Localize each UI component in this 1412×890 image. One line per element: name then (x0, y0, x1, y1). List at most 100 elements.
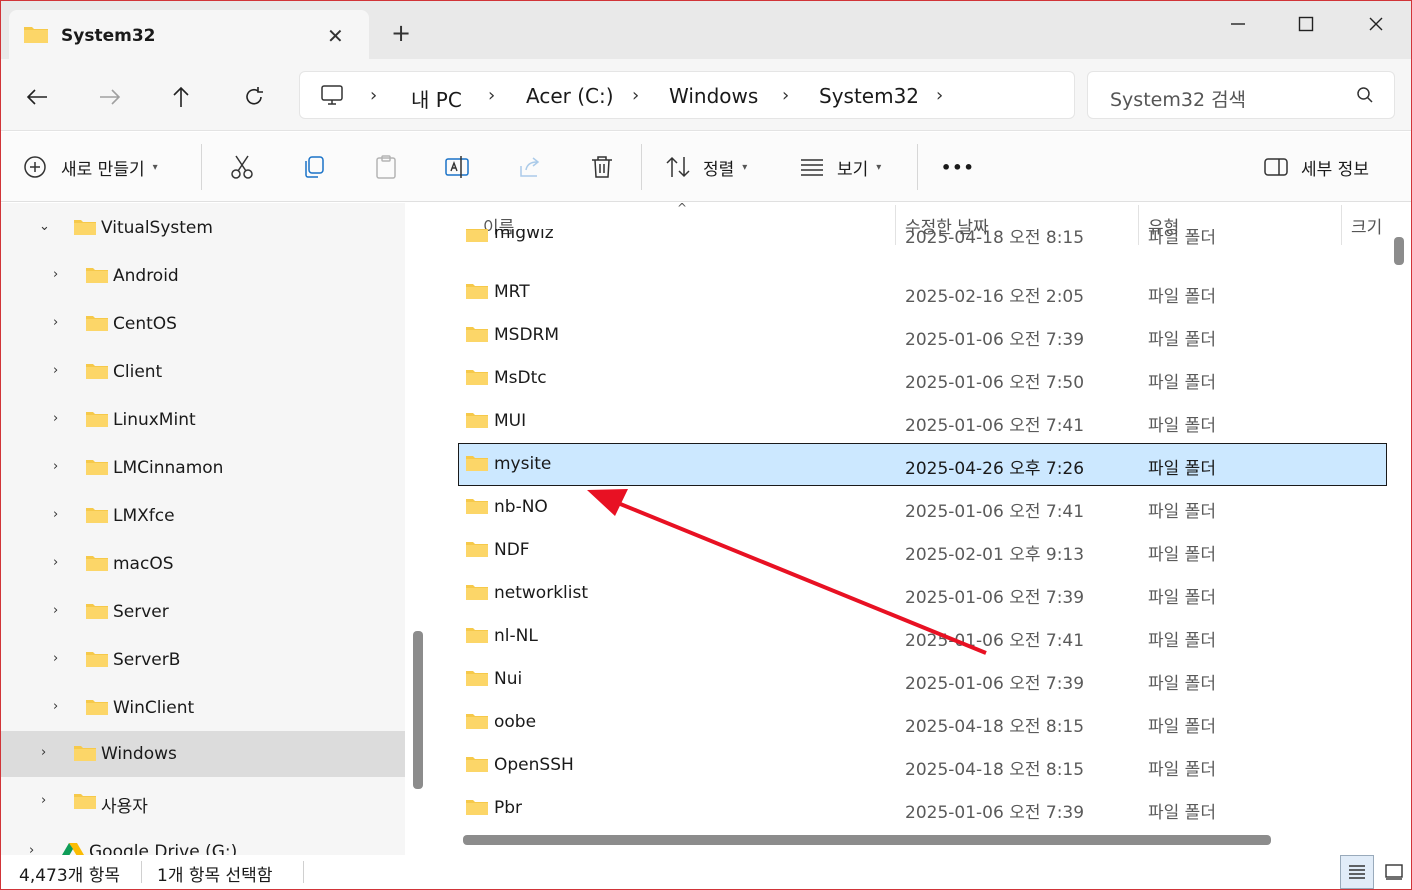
back-button[interactable] (21, 81, 53, 113)
tree-item-google-drive[interactable]: › Google Drive (G:) (1, 829, 405, 855)
file-row[interactable]: networklist 2025-01-06 오전 7:39 파일 폴더 (437, 572, 1387, 615)
tree-item-winclient[interactable]: › WinClient (1, 685, 405, 731)
details-view-button[interactable] (1340, 855, 1374, 889)
monitor-icon (320, 84, 344, 110)
folder-icon (23, 24, 49, 48)
tree-item-centos[interactable]: › CentOS (1, 301, 405, 347)
file-row[interactable]: MUI 2025-01-06 오전 7:41 파일 폴더 (437, 400, 1387, 443)
file-row[interactable]: OpenSSH 2025-04-18 오전 8:15 파일 폴더 (437, 744, 1387, 787)
chevron-right-icon[interactable]: › (53, 555, 58, 570)
share-button[interactable] (517, 150, 543, 184)
file-list-horizontal-scrollbar[interactable] (463, 835, 1271, 845)
breadcrumb-windows[interactable]: Windows (669, 84, 758, 108)
chevron-right-icon[interactable]: › (41, 745, 46, 760)
chevron-right-icon[interactable]: › (53, 651, 58, 666)
chevron-down-icon[interactable]: ⌄ (39, 219, 50, 234)
file-row[interactable]: nl-NL 2025-01-06 오전 7:41 파일 폴더 (437, 615, 1387, 658)
file-list-vertical-scrollbar[interactable] (1394, 237, 1404, 265)
folder-icon (73, 218, 97, 240)
details-pane-label: 세부 정보 (1301, 159, 1369, 180)
file-row[interactable]: Pbr 2025-01-06 오전 7:39 파일 폴더 (437, 787, 1387, 830)
file-row[interactable]: nb-NO 2025-01-06 오전 7:41 파일 폴더 (437, 486, 1387, 529)
chevron-right-icon[interactable]: › (53, 603, 58, 618)
file-type: 파일 폴더 (1148, 760, 1216, 780)
close-tab-icon[interactable]: ✕ (327, 24, 344, 48)
file-explorer-window: System32 ✕ + › 내 PC › Acer (C:) › Window… (0, 0, 1412, 890)
file-row[interactable]: migwiz 2025-04-18 오전 8:15 파일 폴더 (437, 229, 1387, 253)
search-icon[interactable] (1356, 86, 1374, 108)
chevron-right-icon[interactable]: › (53, 411, 58, 426)
tree-item-android[interactable]: › Android (1, 253, 405, 299)
file-type: 파일 폴더 (1148, 588, 1216, 608)
sidebar-scrollbar[interactable] (413, 631, 423, 789)
tree-item-linuxmint[interactable]: › LinuxMint (1, 397, 405, 443)
chevron-right-icon[interactable]: › (632, 85, 639, 106)
sort-button[interactable]: 정렬 ▾ (665, 150, 747, 184)
close-window-button[interactable] (1353, 9, 1399, 39)
tree-item-lmcinnamon[interactable]: › LMCinnamon (1, 445, 405, 491)
chevron-right-icon[interactable]: › (53, 315, 58, 330)
tree-item-client[interactable]: › Client (1, 349, 405, 395)
sort-icon (666, 156, 690, 178)
tab-system32[interactable]: System32 ✕ (9, 10, 369, 59)
file-row[interactable]: oobe 2025-04-18 오전 8:15 파일 폴더 (437, 701, 1387, 744)
tree-item-lmxfce[interactable]: › LMXfce (1, 493, 405, 539)
view-button[interactable]: 보기 ▾ (799, 150, 881, 184)
folder-icon (465, 411, 489, 433)
chevron-right-icon[interactable]: › (53, 363, 58, 378)
chevron-right-icon[interactable]: › (53, 507, 58, 522)
chevron-right-icon[interactable]: › (936, 85, 943, 106)
file-row[interactable]: Nui 2025-01-06 오전 7:39 파일 폴더 (437, 658, 1387, 701)
breadcrumb-my-pc[interactable]: 내 PC (411, 84, 462, 113)
search-box[interactable]: System32 검색 (1087, 71, 1395, 119)
chevron-right-icon[interactable]: › (488, 85, 495, 106)
file-row-selected[interactable]: mysite 2025-04-26 오후 7:26 파일 폴더 (458, 443, 1387, 486)
tree-item-users[interactable]: › 사용자 (1, 779, 405, 825)
item-count: 4,473개 항목 (19, 866, 120, 886)
chevron-right-icon[interactable]: › (53, 267, 58, 282)
minimize-button[interactable] (1215, 9, 1261, 39)
chevron-right-icon[interactable]: › (29, 843, 34, 855)
tree-item-serverb[interactable]: › ServerB (1, 637, 405, 683)
folder-icon (465, 798, 489, 820)
maximize-button[interactable] (1283, 9, 1329, 39)
chevron-right-icon[interactable]: › (41, 793, 46, 808)
file-name: MUI (494, 411, 527, 431)
new-tab-button[interactable]: + (391, 21, 411, 45)
share-icon (520, 157, 540, 177)
tree-item-label: macOS (113, 554, 174, 574)
chevron-right-icon[interactable]: › (53, 699, 58, 714)
folder-icon (465, 454, 489, 476)
new-button[interactable]: 새로 만들기 ▾ (23, 150, 158, 184)
breadcrumb-drive-c[interactable]: Acer (C:) (526, 84, 614, 108)
details-pane-button[interactable]: 세부 정보 (1263, 150, 1369, 184)
tree-item-macos[interactable]: › macOS (1, 541, 405, 587)
chevron-right-icon[interactable]: › (53, 459, 58, 474)
breadcrumb-system32[interactable]: System32 (819, 84, 919, 108)
forward-button[interactable] (94, 81, 126, 113)
rename-button[interactable] (444, 150, 472, 184)
search-input[interactable]: System32 검색 (1110, 85, 1246, 112)
folder-icon (85, 650, 109, 672)
file-row[interactable]: NDF 2025-02-01 오후 9:13 파일 폴더 (437, 529, 1387, 572)
file-type: 파일 폴더 (1148, 717, 1216, 737)
chevron-right-icon[interactable]: › (782, 85, 789, 106)
tree-item-vitualsystem[interactable]: ⌄ VitualSystem (1, 205, 405, 251)
paste-button[interactable] (373, 150, 399, 184)
address-bar[interactable]: › 내 PC › Acer (C:) › Windows › System32 … (299, 71, 1075, 119)
tree-item-label: VitualSystem (101, 218, 213, 238)
file-name: MSDRM (494, 325, 560, 345)
file-row[interactable]: MsDtc 2025-01-06 오전 7:50 파일 폴더 (437, 357, 1387, 400)
tree-item-windows[interactable]: › Windows (1, 731, 405, 777)
copy-button[interactable] (301, 150, 327, 184)
file-row[interactable]: MSDRM 2025-01-06 오전 7:39 파일 폴더 (437, 314, 1387, 357)
more-options-button[interactable]: ••• (941, 150, 975, 184)
delete-button[interactable] (589, 150, 615, 184)
cut-button[interactable] (229, 150, 255, 184)
file-row[interactable]: MRT 2025-02-16 오전 2:05 파일 폴더 (437, 271, 1387, 314)
tiles-view-button[interactable] (1377, 855, 1411, 889)
up-button[interactable] (165, 81, 197, 113)
tree-item-server[interactable]: › Server (1, 589, 405, 635)
refresh-button[interactable] (238, 81, 270, 113)
chevron-right-icon[interactable]: › (370, 85, 377, 106)
